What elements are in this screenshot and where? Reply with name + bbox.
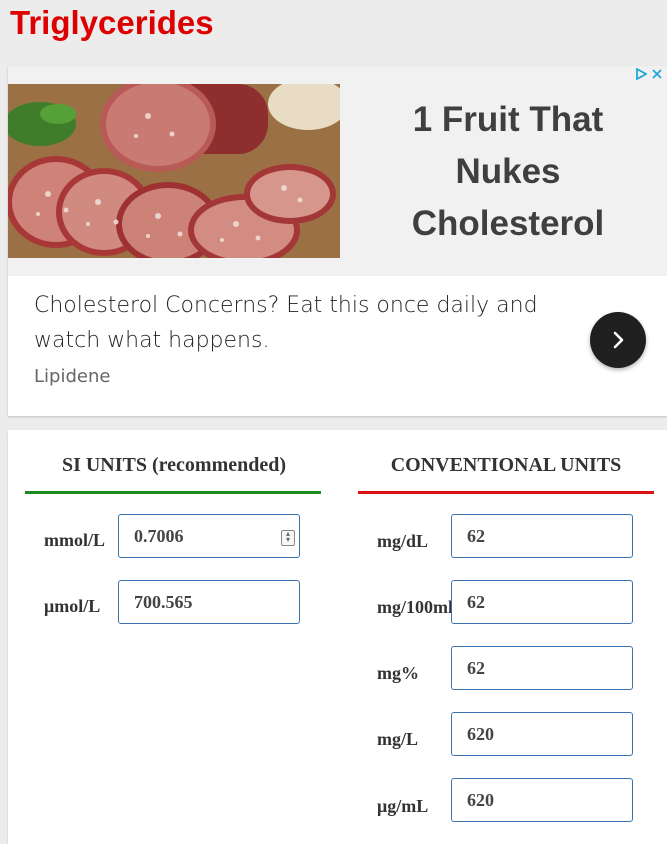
mg-l-label: mg/L (377, 729, 419, 749)
mg-percent-input[interactable] (451, 646, 633, 690)
mg-100ml-label: mg/100ml (377, 597, 453, 617)
conventional-units-underline (358, 491, 654, 494)
ad-card[interactable]: 1 Fruit That Nukes Cholesterol Cholester… (8, 66, 667, 416)
ad-choices[interactable] (635, 68, 663, 80)
adchoices-icon[interactable] (635, 68, 647, 80)
si-units-heading: SI UNITS (recommended) (61, 454, 287, 476)
chevron-right-icon (613, 331, 624, 349)
umol-l-label: μmol/L (44, 596, 101, 616)
ad-banner[interactable]: 1 Fruit That Nukes Cholesterol (8, 66, 667, 276)
ug-ml-label: μg/mL (377, 796, 429, 816)
close-icon[interactable] (651, 68, 663, 80)
stepper-icon[interactable]: ▴ ▾ (281, 530, 295, 546)
page-title: Triglycerides (10, 4, 214, 41)
mg-percent-label: mg% (377, 663, 419, 683)
sliced-salami-image[interactable] (8, 84, 340, 258)
mmol-l-input[interactable] (118, 514, 300, 558)
ug-ml-input[interactable] (451, 778, 633, 822)
ad-brand[interactable]: Lipidene (34, 366, 110, 387)
umol-l-input[interactable] (118, 580, 300, 624)
mg-l-input[interactable] (451, 712, 633, 756)
ad-body-text[interactable]: Cholesterol Concerns? Eat this once dail… (34, 288, 574, 358)
unit-converter: SI UNITS (recommended) CONVENTIONAL UNIT… (8, 430, 667, 844)
conventional-units-heading: CONVENTIONAL UNITS (390, 454, 622, 476)
ad-next-button[interactable] (590, 312, 646, 368)
mg-dl-input[interactable] (451, 514, 633, 558)
mmol-l-label: mmol/L (44, 530, 105, 550)
ad-headline[interactable]: 1 Fruit That Nukes Cholesterol (388, 94, 628, 250)
mg-100ml-input[interactable] (451, 580, 633, 624)
salami-illustration (8, 84, 340, 258)
si-units-underline (25, 491, 321, 494)
mg-dl-label: mg/dL (377, 531, 429, 551)
